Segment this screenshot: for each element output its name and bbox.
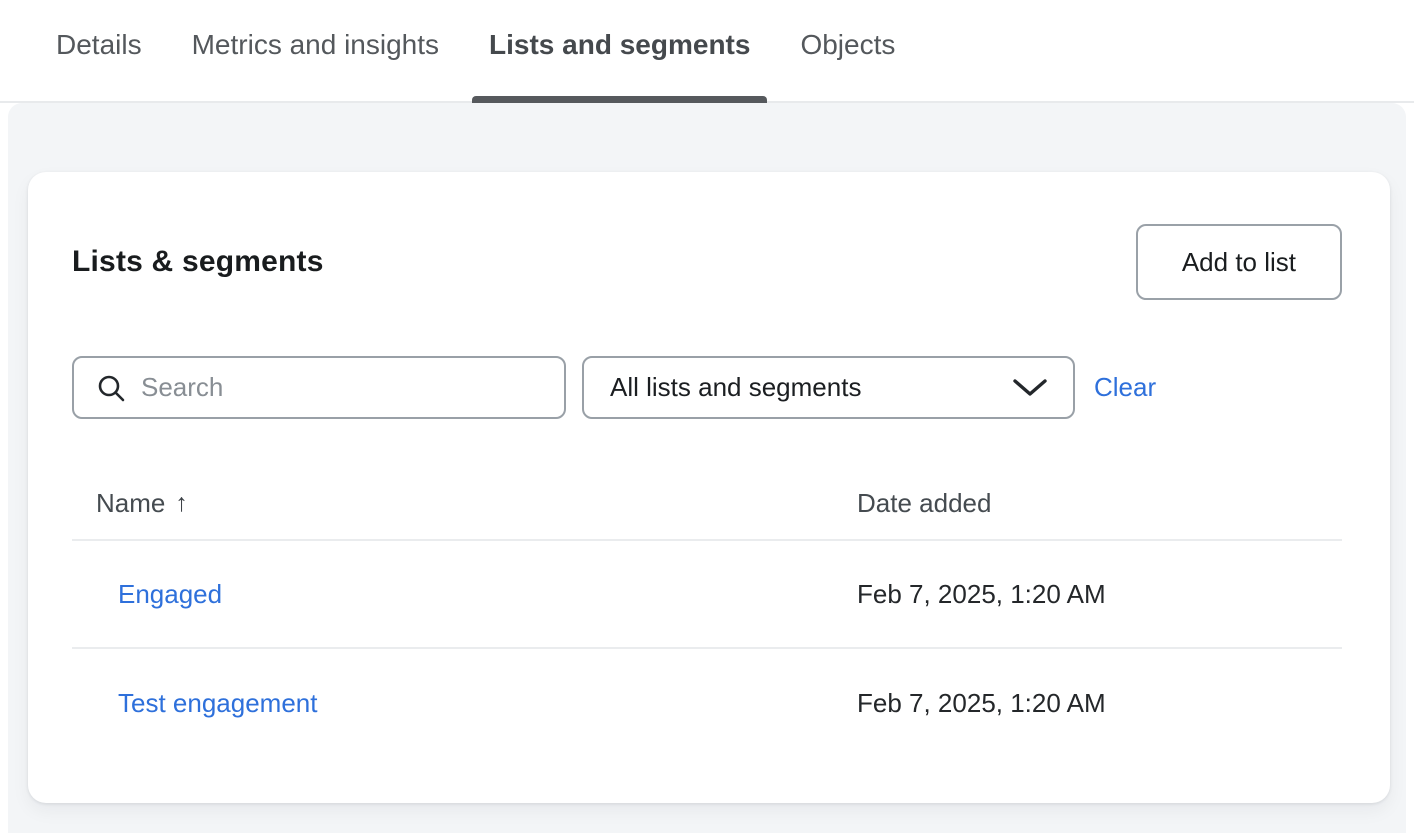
column-header-name[interactable]: Name ↑ xyxy=(72,488,857,519)
table-row: Test engagement Feb 7, 2025, 1:20 AM xyxy=(72,649,1342,757)
date-added-cell: Feb 7, 2025, 1:20 AM xyxy=(857,688,1342,719)
list-link-test-engagement[interactable]: Test engagement xyxy=(118,688,317,718)
table-row: Engaged Feb 7, 2025, 1:20 AM xyxy=(72,541,1342,649)
tab-details[interactable]: Details xyxy=(39,0,159,101)
tab-objects[interactable]: Objects xyxy=(783,0,912,101)
search-icon xyxy=(96,373,126,403)
column-header-name-label: Name xyxy=(96,488,165,519)
list-name-cell: Engaged xyxy=(72,579,857,610)
column-header-date-added[interactable]: Date added xyxy=(857,488,1342,519)
chevron-down-icon xyxy=(1013,379,1047,397)
card-header: Lists & segments Add to list xyxy=(28,172,1390,300)
table-header-row: Name ↑ Date added xyxy=(72,467,1342,541)
clear-filters-link[interactable]: Clear xyxy=(1094,372,1156,403)
list-name-cell: Test engagement xyxy=(72,688,857,719)
tab-lists-and-segments[interactable]: Lists and segments xyxy=(472,0,767,101)
tab-bar: Details Metrics and insights Lists and s… xyxy=(0,0,1414,103)
lists-segments-card: Lists & segments Add to list All lists a… xyxy=(28,172,1390,803)
sort-asc-icon: ↑ xyxy=(175,489,188,518)
search-input[interactable] xyxy=(141,372,546,403)
content-panel: Lists & segments Add to list All lists a… xyxy=(8,103,1406,833)
date-added-cell: Feb 7, 2025, 1:20 AM xyxy=(857,579,1342,610)
lists-filter-dropdown[interactable]: All lists and segments xyxy=(582,356,1075,419)
lists-table: Name ↑ Date added Engaged Feb 7, 2025, 1… xyxy=(72,467,1342,757)
search-field[interactable] xyxy=(72,356,566,419)
filter-row: All lists and segments Clear xyxy=(72,356,1342,419)
dropdown-selected-value: All lists and segments xyxy=(610,372,861,403)
add-to-list-button[interactable]: Add to list xyxy=(1136,224,1342,300)
tab-metrics-and-insights[interactable]: Metrics and insights xyxy=(175,0,456,101)
list-link-engaged[interactable]: Engaged xyxy=(118,579,222,609)
page-title: Lists & segments xyxy=(72,245,324,279)
